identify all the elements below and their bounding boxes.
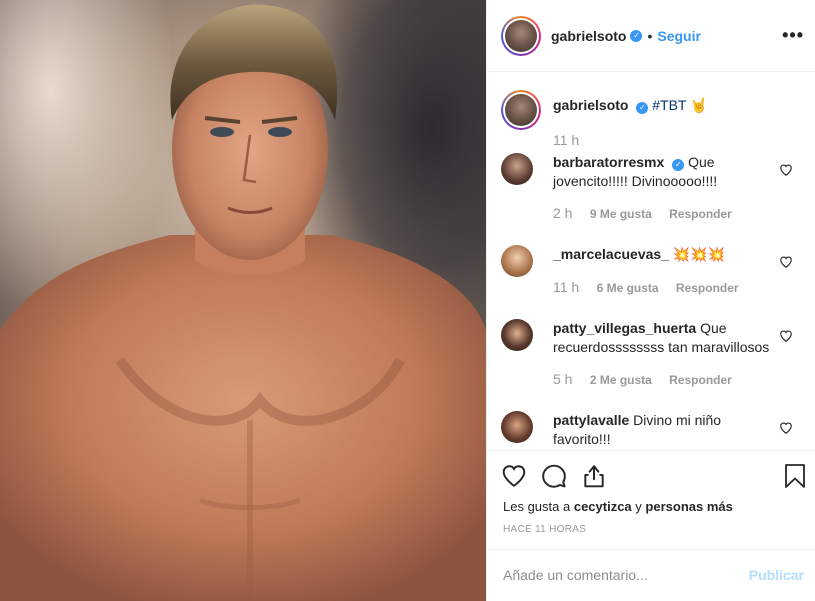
comment-heart-icon[interactable] bbox=[779, 329, 793, 343]
verified-badge-icon: ✓ bbox=[672, 159, 685, 171]
commenter-avatar[interactable] bbox=[501, 319, 533, 351]
comment-bubble-icon[interactable] bbox=[541, 463, 567, 489]
likes-user[interactable]: cecytizca bbox=[574, 499, 632, 514]
publish-button[interactable]: Publicar bbox=[749, 567, 804, 583]
add-comment-bar: Añade un comentario... Publicar bbox=[487, 549, 815, 601]
comment-time[interactable]: 5 h bbox=[553, 371, 572, 387]
reply-button[interactable]: Responder bbox=[669, 373, 732, 387]
heart-icon[interactable] bbox=[501, 463, 527, 489]
caption-emoji: 🤘 bbox=[690, 97, 708, 113]
post-actions: Les gusta a cecytizca y personas más HAC… bbox=[487, 450, 815, 601]
commenter-avatar[interactable] bbox=[501, 245, 533, 277]
comment-time[interactable]: 2 h bbox=[553, 205, 572, 221]
comment-username[interactable]: patty_villegas_huerta bbox=[553, 320, 696, 336]
comment-meta: 11 h 6 Me gusta Responder bbox=[553, 279, 753, 295]
verified-badge-icon: ✓ bbox=[636, 102, 649, 114]
comments-list[interactable]: gabrielsoto ✓ #TBT 🤘 11 h barbaratorresm… bbox=[487, 73, 815, 450]
follow-button[interactable]: Seguir bbox=[657, 28, 701, 44]
comment-likes[interactable]: 9 Me gusta bbox=[590, 207, 652, 221]
likes-middle: y bbox=[635, 499, 642, 514]
comment-text: 💥💥💥 bbox=[672, 246, 726, 262]
header-separator: • bbox=[647, 27, 653, 44]
comment-meta: 5 h 2 Me gusta Responder bbox=[553, 371, 746, 387]
comment-heart-icon[interactable] bbox=[779, 163, 793, 177]
likes-summary: Les gusta a cecytizca y personas más bbox=[503, 499, 733, 514]
likes-prefix: Les gusta a bbox=[503, 499, 571, 514]
reply-button[interactable]: Responder bbox=[669, 207, 732, 221]
post-caption: gabrielsoto ✓ #TBT 🤘 11 h bbox=[501, 90, 801, 148]
comment-heart-icon[interactable] bbox=[779, 255, 793, 269]
caption-author-avatar[interactable] bbox=[501, 90, 541, 130]
comment-meta: 2 h 9 Me gusta Responder bbox=[553, 205, 746, 221]
post-details-panel: gabrielsoto ✓ • Seguir ••• gabrielsoto ✓… bbox=[486, 0, 815, 601]
shirtless-man-portrait bbox=[0, 4, 486, 601]
commenter-avatar[interactable] bbox=[501, 153, 533, 185]
caption-username[interactable]: gabrielsoto bbox=[553, 97, 628, 113]
caption-time[interactable]: 11 h bbox=[553, 132, 801, 148]
comment-time[interactable]: 11 h bbox=[553, 279, 579, 295]
caption-hashtag[interactable]: #TBT bbox=[652, 97, 686, 113]
post-time-ago[interactable]: HACE 11 HORAS bbox=[503, 524, 586, 535]
comment-heart-icon[interactable] bbox=[779, 421, 793, 435]
commenter-avatar[interactable] bbox=[501, 411, 533, 443]
comment-input[interactable]: Añade un comentario... bbox=[503, 567, 733, 583]
post-header: gabrielsoto ✓ • Seguir ••• bbox=[487, 0, 815, 72]
comment-username[interactable]: pattylavalle bbox=[553, 412, 629, 428]
author-username[interactable]: gabrielsoto bbox=[551, 28, 626, 44]
comment-likes[interactable]: 2 Me gusta bbox=[590, 373, 652, 387]
share-icon[interactable] bbox=[581, 463, 607, 489]
comment-username[interactable]: barbaratorresmx bbox=[553, 154, 664, 170]
verified-badge-icon: ✓ bbox=[630, 29, 643, 42]
reply-button[interactable]: Responder bbox=[676, 281, 739, 295]
author-avatar[interactable] bbox=[501, 15, 541, 56]
more-options-icon[interactable]: ••• bbox=[782, 26, 804, 44]
likes-others[interactable]: personas más bbox=[645, 499, 732, 514]
comment-likes[interactable]: 6 Me gusta bbox=[597, 281, 659, 295]
post-image[interactable] bbox=[0, 0, 486, 601]
bookmark-icon[interactable] bbox=[783, 463, 807, 489]
author-info: gabrielsoto ✓ • Seguir bbox=[551, 28, 701, 44]
comment-username[interactable]: _marcelacuevas_ bbox=[553, 246, 669, 262]
